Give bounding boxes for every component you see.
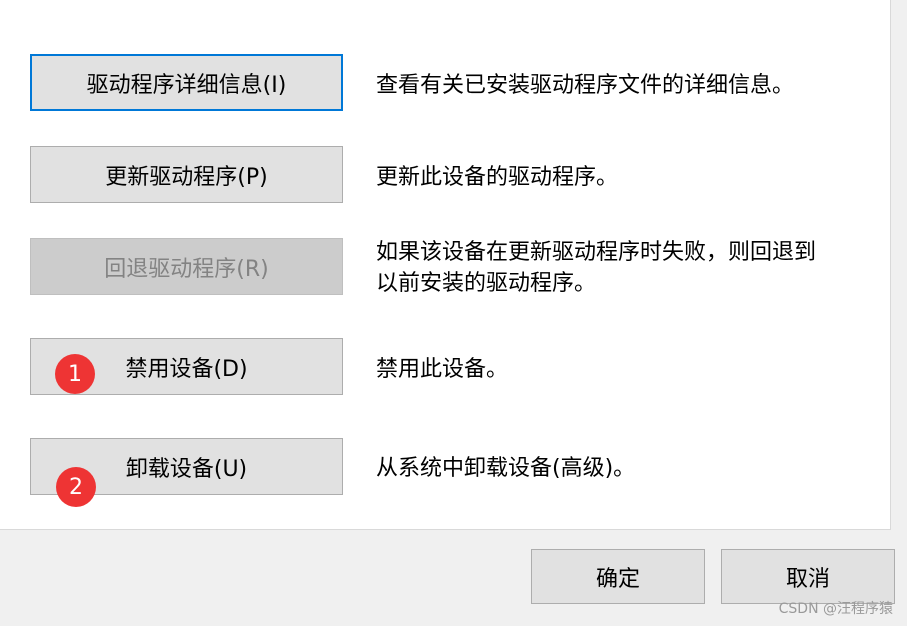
driver-tab-panel: 驱动程序详细信息(I) 查看有关已安装驱动程序文件的详细信息。 更新驱动程序(P… xyxy=(0,0,891,530)
roll-back-driver-description: 如果该设备在更新驱动程序时失败，则回退到 以前安装的驱动程序。 xyxy=(376,237,816,299)
description-line: 禁用此设备。 xyxy=(376,357,509,382)
disable-device-description: 禁用此设备。 xyxy=(376,354,508,385)
uninstall-device-description: 从系统中卸载设备(高级)。 xyxy=(376,453,635,484)
annotation-marker-1: 1 xyxy=(55,354,95,394)
cancel-button[interactable]: 取消 xyxy=(721,549,895,604)
description-line: 如果该设备在更新驱动程序时失败，则回退到 xyxy=(376,240,817,265)
csdn-watermark: CSDN @汪程序猿 xyxy=(778,601,893,617)
update-driver-description: 更新此设备的驱动程序。 xyxy=(376,162,618,193)
description-line: 更新此设备的驱动程序。 xyxy=(376,165,619,190)
annotation-marker-2: 2 xyxy=(56,467,96,507)
update-driver-button[interactable]: 更新驱动程序(P) xyxy=(30,146,343,203)
description-line: 查看有关已安装驱动程序文件的详细信息。 xyxy=(376,73,795,98)
description-line: 从系统中卸载设备(高级)。 xyxy=(376,456,636,481)
ok-button[interactable]: 确定 xyxy=(531,549,705,604)
driver-details-description: 查看有关已安装驱动程序文件的详细信息。 xyxy=(376,70,794,101)
description-line: 以前安装的驱动程序。 xyxy=(376,271,597,296)
roll-back-driver-button: 回退驱动程序(R) xyxy=(30,238,343,295)
driver-details-button[interactable]: 驱动程序详细信息(I) xyxy=(30,54,343,111)
